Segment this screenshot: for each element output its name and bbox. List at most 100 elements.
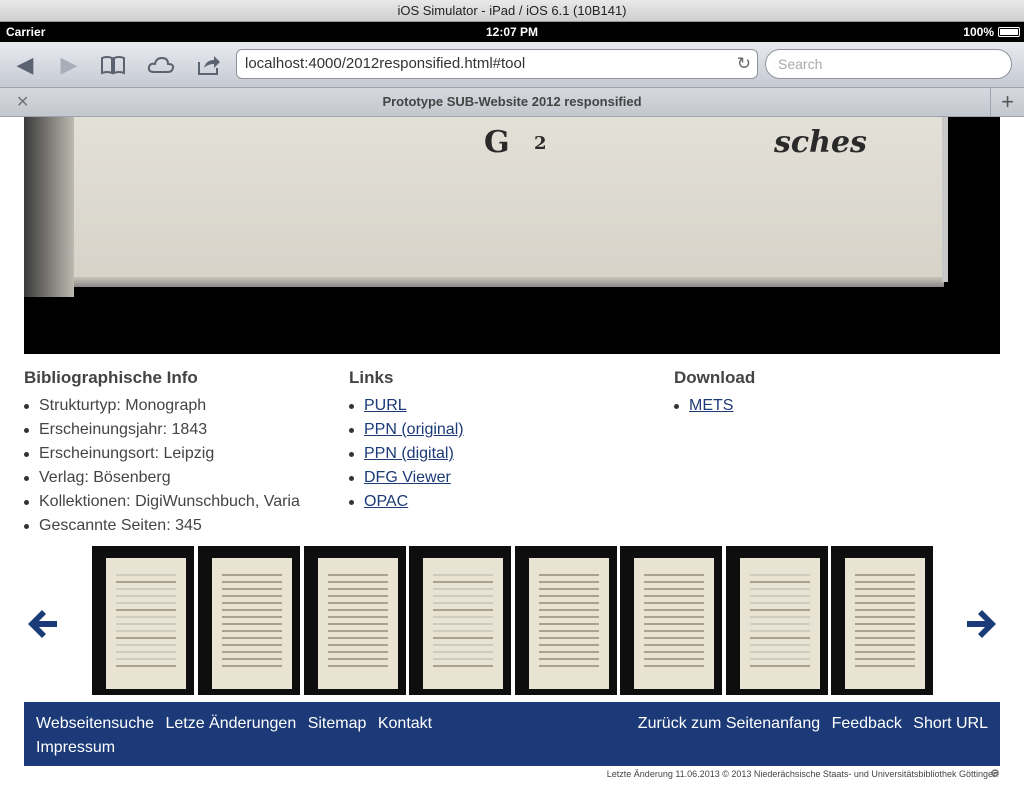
thumbnail-text-line	[222, 637, 282, 639]
forward-icon[interactable]: ▶	[52, 50, 86, 80]
link-ppn-digital[interactable]: PPN (digital)	[364, 445, 454, 462]
footer-left-links: Webseitensuche Letze Änderungen Sitemap …	[36, 712, 456, 760]
thumbnail-text-line	[328, 581, 388, 583]
thumbnail-text-line	[116, 616, 176, 618]
thumbnail-text-line	[855, 651, 915, 653]
thumbnail-text-line	[433, 581, 493, 583]
page-thumbnail[interactable]	[726, 546, 828, 695]
footer-link-kontakt[interactable]: Kontakt	[378, 715, 432, 732]
footer-right-links: Zurück zum Seitenanfang Feedback Short U…	[638, 712, 988, 736]
page-thumbnail[interactable]	[304, 546, 406, 695]
thumbnail-text-line	[116, 588, 176, 590]
footer-link-sitemap[interactable]: Sitemap	[308, 715, 367, 732]
thumbnail-text-line	[328, 616, 388, 618]
thumbnail-text-line	[855, 609, 915, 611]
simulator-title: iOS Simulator - iPad / iOS 6.1 (10B141)	[0, 0, 1024, 22]
thumbnail-text-line	[644, 609, 704, 611]
thumbnail-text-line	[855, 658, 915, 660]
link-opac[interactable]: OPAC	[364, 493, 408, 510]
footer-link-aenderungen[interactable]: Letze Änderungen	[165, 715, 296, 732]
scanned-page: G 2 sches	[74, 117, 944, 277]
link-mets[interactable]: METS	[689, 397, 733, 414]
thumbnail-text-line	[328, 658, 388, 660]
thumbnail-text-line	[750, 665, 810, 667]
thumbnail-text-line	[433, 630, 493, 632]
thumbnail-text-line	[855, 630, 915, 632]
thumbnail-strip	[92, 546, 933, 695]
page-thumbnail[interactable]	[831, 546, 933, 695]
thumbnail-text-line	[855, 588, 915, 590]
thumbnail-text-line	[539, 623, 599, 625]
page-thumbnail[interactable]	[92, 546, 194, 695]
thumbnail-text-line	[855, 623, 915, 625]
back-icon[interactable]: ◀	[8, 50, 42, 80]
battery-percent: 100%	[963, 25, 994, 39]
thumbnail-text-line	[116, 609, 176, 611]
address-bar[interactable]: localhost:4000/2012responsified.html#too…	[236, 49, 758, 79]
thumbnail-text-line	[644, 581, 704, 583]
link-dfg-viewer[interactable]: DFG Viewer	[364, 469, 451, 486]
bookmarks-icon[interactable]	[96, 50, 130, 80]
thumbnail-text-line	[433, 665, 493, 667]
thumbnail-text-line	[644, 588, 704, 590]
thumbnail-text-line	[433, 616, 493, 618]
thumbnail-text-line	[539, 651, 599, 653]
thumbnail-text-line	[116, 644, 176, 646]
page-thumbnail[interactable]	[620, 546, 722, 695]
thumbnail-text-line	[644, 574, 704, 576]
plus-icon[interactable]: +	[990, 88, 1024, 116]
thumbnail-text-line	[644, 658, 704, 660]
arrow-left-icon[interactable]	[22, 606, 62, 646]
thumbnail-text-line	[116, 595, 176, 597]
gear-icon[interactable]: ⚙	[990, 767, 1000, 780]
thumbnail-text-line	[222, 581, 282, 583]
url-text: localhost:4000/2012responsified.html#too…	[245, 55, 526, 72]
page-thumbnail[interactable]	[515, 546, 617, 695]
thumbnail-text-line	[750, 574, 810, 576]
bib-item: Gescannte Seiten: 345	[24, 514, 344, 538]
footer: Webseitensuche Letze Änderungen Sitemap …	[24, 702, 1000, 766]
thumbnail-text-line	[328, 623, 388, 625]
thumbnail-text-line	[539, 574, 599, 576]
footer-link-short-url[interactable]: Short URL	[913, 715, 988, 732]
thumbnail-text-line	[539, 637, 599, 639]
reload-icon[interactable]: ↻	[737, 50, 751, 78]
thumbnail-text-line	[644, 644, 704, 646]
page-image-viewer[interactable]: G 2 sches	[24, 117, 1000, 354]
thumbnail-text-line	[116, 602, 176, 604]
footer-link-impressum[interactable]: Impressum	[36, 739, 115, 756]
footer-link-feedback[interactable]: Feedback	[832, 715, 902, 732]
thumbnail-text-line	[855, 616, 915, 618]
bib-item: Erscheinungsjahr: 1843	[24, 418, 344, 442]
thumbnail-text-line	[855, 595, 915, 597]
thumbnail-text-line	[433, 623, 493, 625]
link-ppn-original[interactable]: PPN (original)	[364, 421, 464, 438]
thumbnail-text-line	[750, 595, 810, 597]
search-input[interactable]: Search	[765, 49, 1012, 79]
footer-link-webseitensuche[interactable]: Webseitensuche	[36, 715, 154, 732]
icloud-icon[interactable]	[144, 50, 178, 80]
thumbnail-text-line	[222, 644, 282, 646]
thumbnail-text-line	[222, 630, 282, 632]
thumbnail-text-line	[433, 609, 493, 611]
browser-toolbar: ◀ ▶ localhost:4000/2012responsified.html…	[0, 42, 1024, 88]
page-side-edge	[942, 117, 948, 282]
link-purl[interactable]: PURL	[364, 397, 407, 414]
bib-item: Verlag: Bösenberg	[24, 466, 344, 490]
tab-title[interactable]: Prototype SUB-Website 2012 responsified	[0, 94, 1024, 109]
page-thumbnail[interactable]	[409, 546, 511, 695]
share-icon[interactable]	[192, 50, 226, 80]
page-thumbnail[interactable]	[198, 546, 300, 695]
thumbnail-text-line	[539, 609, 599, 611]
links-heading: Links	[349, 368, 394, 387]
thumbnail-text-line	[644, 616, 704, 618]
book-shadow	[24, 117, 74, 297]
arrow-right-icon[interactable]	[962, 606, 1002, 646]
footer-link-top[interactable]: Zurück zum Seitenanfang	[638, 715, 820, 732]
thumbnail-text-line	[328, 588, 388, 590]
signature-mark: G	[484, 125, 510, 160]
thumbnail-text-line	[855, 665, 915, 667]
status-bar: Carrier 12:07 PM 100%	[0, 22, 1024, 42]
thumbnail-text-line	[644, 602, 704, 604]
thumbnail-text-line	[539, 616, 599, 618]
